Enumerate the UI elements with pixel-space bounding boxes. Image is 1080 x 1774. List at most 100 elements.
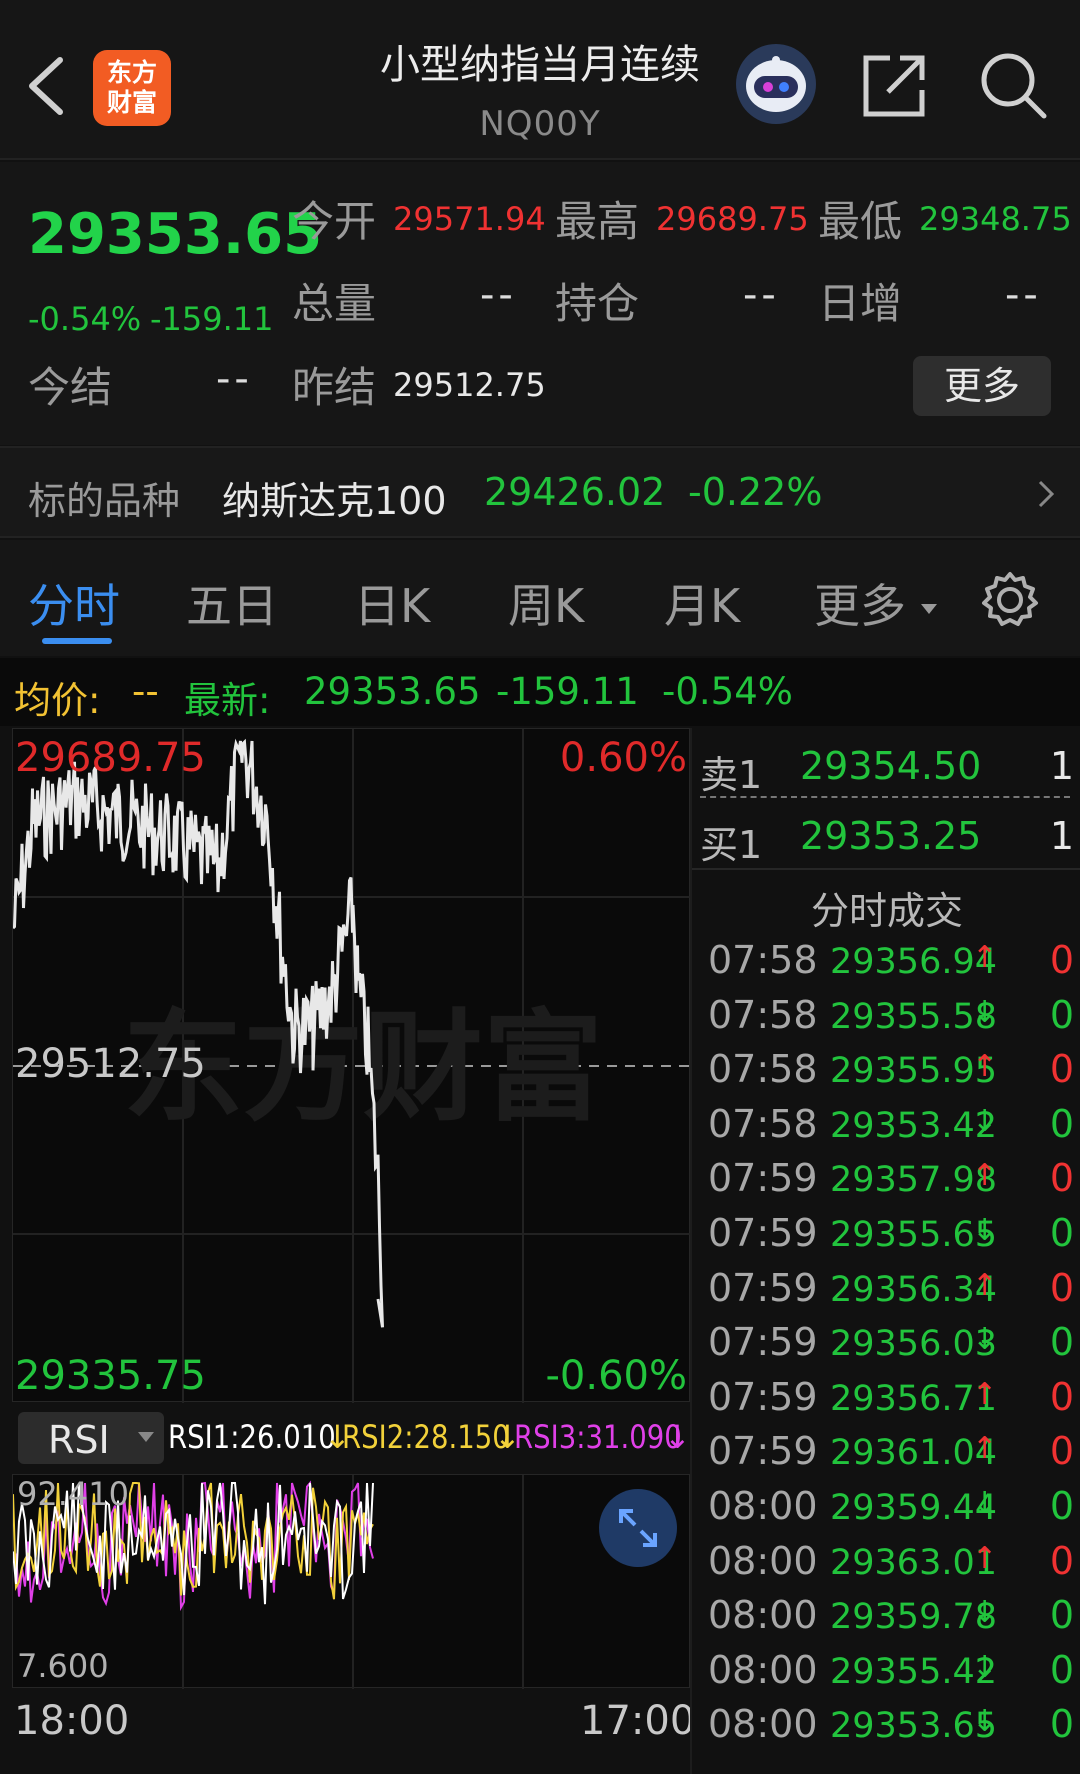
settle-label: 今结	[28, 363, 113, 412]
latest-value: 29353.65	[304, 670, 481, 713]
change-amount: -159.11	[150, 300, 274, 338]
tab-more[interactable]: 更多	[814, 570, 937, 636]
ask-price: 29354.50	[800, 744, 982, 788]
tab-monthly-k[interactable]: 月K	[664, 570, 740, 636]
rsi-chart[interactable]: 92.410 7.600	[12, 1474, 690, 1689]
time-axis-start: 18:00	[14, 1698, 130, 1744]
expand-chart-button[interactable]	[599, 1489, 677, 1567]
tick-row: 08:00 29359.44 ↓ 0	[700, 1484, 1080, 1538]
robot-assistant-icon	[736, 44, 816, 124]
latest-info-bar: 均价: -- 最新: 29353.65 -159.11 -0.54%	[0, 658, 1080, 726]
bid-price: 29353.25	[800, 814, 982, 858]
chart-prev-settle: 29512.75	[15, 1041, 206, 1087]
ai-assistant-button[interactable]	[734, 42, 818, 126]
tab-daily-k[interactable]: 日K	[354, 570, 430, 636]
bid-volume: 1	[1049, 814, 1074, 858]
arrow-up-icon: ↑	[972, 1049, 998, 1085]
tick-volume: 0	[1049, 992, 1074, 1037]
tick-time: 07:58	[708, 1101, 818, 1146]
tick-time: 07:59	[708, 1156, 818, 1201]
tab-five-day[interactable]: 五日	[186, 570, 278, 636]
underlying-row[interactable]: 标的品种 纳斯达克100 29426.02 -0.22%	[0, 446, 1080, 538]
indicator-selector[interactable]: RSI	[18, 1412, 164, 1464]
tick-time: 07:59	[708, 1320, 818, 1365]
back-button[interactable]	[22, 50, 72, 122]
tab-more-label: 更多	[814, 579, 906, 633]
low-value: 29348.75	[919, 200, 1072, 238]
arrow-down-icon: ↓	[972, 994, 998, 1030]
app-logo[interactable]: 东方 财富	[93, 50, 171, 126]
tick-row: 07:58 29355.58 ↓ 0	[700, 993, 1080, 1047]
tab-weekly-k[interactable]: 周K	[508, 570, 584, 636]
rsi3-value: RSI3:31.090	[514, 1418, 682, 1456]
tick-volume: 0	[1049, 1047, 1074, 1092]
ask-volume: 1	[1049, 744, 1074, 788]
time-axis-end: 17:00	[580, 1698, 696, 1744]
tick-volume: 0	[1049, 1702, 1074, 1747]
arrow-up-icon: ↑	[972, 940, 998, 975]
search-button[interactable]	[978, 50, 1048, 120]
top-bar: 东方 财富 小型纳指当月连续 NQ00Y	[0, 0, 1080, 160]
tick-row: 07:59 29361.04 ↑ 0	[700, 1429, 1080, 1483]
caret-down-icon	[920, 603, 937, 614]
tick-time: 08:00	[708, 1702, 818, 1747]
chart-max-price: 29689.75	[15, 735, 206, 781]
share-button[interactable]	[860, 50, 930, 120]
expand-icon	[619, 1509, 657, 1547]
rsi-min-label: 7.600	[17, 1647, 109, 1685]
change-percent: -0.54%	[28, 300, 142, 338]
underlying-label: 标的品种	[28, 479, 181, 523]
tab-intraday[interactable]: 分时	[28, 570, 120, 636]
chart-min-pct: -0.60%	[545, 1353, 687, 1399]
chevron-left-icon	[29, 57, 63, 115]
chevron-right-icon	[1038, 480, 1055, 508]
arrow-up-icon: ↑	[972, 1158, 998, 1194]
tick-volume: 0	[1049, 938, 1074, 982]
latest-change: -159.11	[496, 670, 639, 713]
tick-volume: 0	[1049, 1211, 1074, 1255]
bid-label: 买1	[700, 823, 763, 867]
tick-row: 08:00 29353.65 ↓ 0	[700, 1702, 1080, 1756]
tick-row: 08:00 29355.42 ↓ 0	[700, 1648, 1080, 1702]
tick-time: 07:59	[708, 1429, 818, 1474]
intraday-chart[interactable]: 东方财富 29689.75 0.60% 29512.75 29335.75 -0…	[12, 728, 691, 1403]
settle-value: --	[216, 356, 253, 402]
latest-change-pct: -0.54%	[662, 670, 793, 713]
tick-volume: 0	[1049, 1429, 1074, 1474]
caret-down-icon	[138, 1432, 154, 1442]
tick-time: 07:59	[708, 1265, 818, 1310]
underlying-price: 29426.02	[484, 470, 666, 514]
prev-settle-label: 昨结	[292, 363, 377, 412]
low-label: 最低	[818, 197, 903, 246]
tick-volume: 0	[1049, 1265, 1074, 1310]
gear-icon[interactable]	[980, 570, 1040, 630]
tick-row: 07:59 29355.65 ↓ 0	[700, 1211, 1080, 1265]
more-quote-button[interactable]: 更多	[913, 356, 1051, 416]
arrow-up-icon: ↑	[972, 1540, 998, 1576]
share-icon	[863, 55, 925, 117]
arrow-down-icon: ↓	[972, 1704, 998, 1740]
chart-min-price: 29335.75	[15, 1353, 206, 1399]
tick-row: 07:59 29357.98 ↑ 0	[700, 1156, 1080, 1210]
spread-divider	[700, 796, 1070, 798]
high-value: 29689.75	[656, 200, 809, 238]
tick-volume: 0	[1049, 1156, 1074, 1201]
tick-time: 07:58	[708, 1047, 818, 1092]
tick-time: 08:00	[708, 1593, 818, 1638]
arrow-down-icon: ↓	[972, 1649, 998, 1685]
rsi3-arrow: ↓	[664, 1418, 691, 1456]
latest-label: 最新:	[184, 679, 271, 722]
avg-label: 均价:	[14, 679, 101, 722]
tick-row: 08:00 29359.78 ↓ 0	[700, 1593, 1080, 1647]
tick-time: 07:58	[708, 992, 818, 1037]
instrument-title: 小型纳指当月连续	[380, 42, 700, 88]
open-label: 今开	[292, 197, 377, 246]
tick-row: 07:59 29356.03 ↓ 0	[700, 1320, 1080, 1374]
prev-settle-value: 29512.75	[393, 366, 546, 404]
period-tabs: 分时 五日 日K 周K 月K 更多	[0, 540, 1080, 656]
tick-time: 08:00	[708, 1538, 818, 1583]
volume-label: 总量	[292, 279, 377, 328]
high-label: 最高	[555, 197, 640, 246]
arrow-down-icon: ↓	[972, 1103, 998, 1139]
indicator-selector-label: RSI	[48, 1418, 110, 1462]
